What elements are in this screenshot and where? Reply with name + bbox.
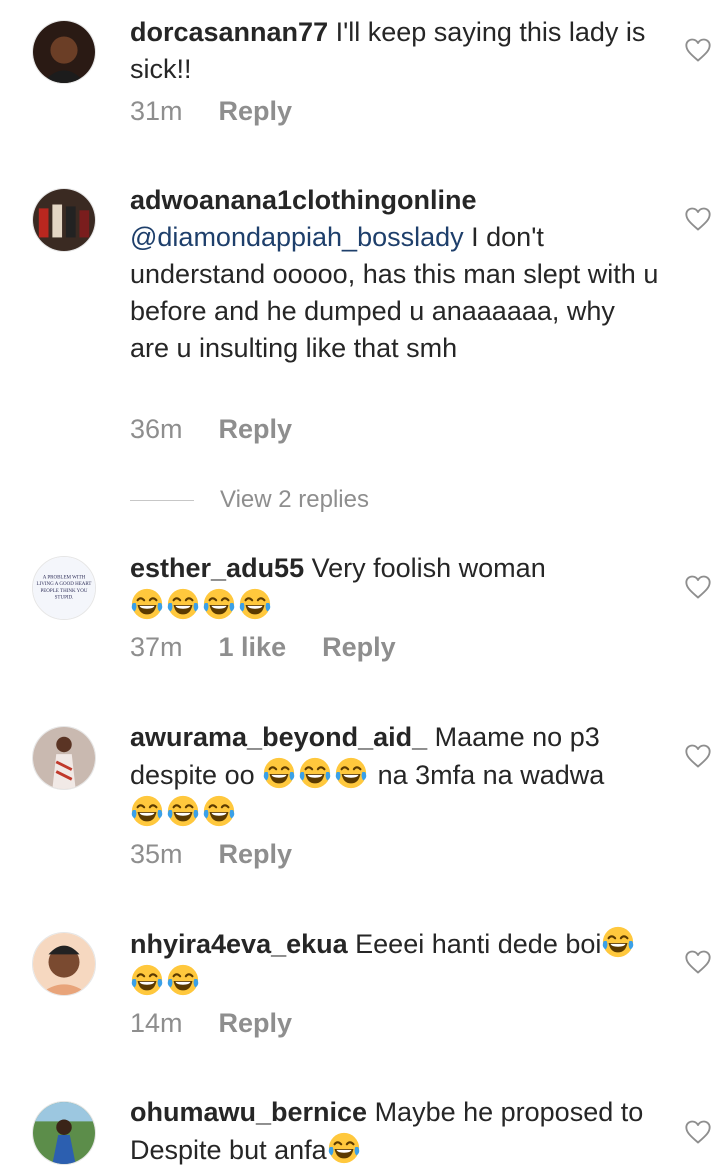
comment-message: Very foolish woman: [304, 553, 546, 583]
heart-outline-icon[interactable]: [684, 206, 712, 232]
comment-message: na 3mfa na wadwa: [370, 760, 605, 790]
reply-button[interactable]: Reply: [322, 632, 396, 663]
mention-link[interactable]: @diamondappiah_bosslady: [130, 222, 464, 252]
face-with-tears-of-joy-emoji: [327, 1131, 361, 1165]
comment-meta: 31m Reply: [130, 96, 292, 127]
comment-text: esther_adu55 Very foolish woman: [130, 550, 660, 625]
face-with-tears-of-joy-emoji: [166, 587, 200, 621]
reply-button[interactable]: Reply: [219, 1008, 293, 1039]
comment-username[interactable]: adwoanana1clothingonline: [130, 185, 477, 215]
face-with-tears-of-joy-emoji: [202, 794, 236, 828]
comment-username[interactable]: nhyira4eva_ekua: [130, 929, 348, 959]
svg-text:STUPID.: STUPID.: [55, 596, 74, 601]
face-with-tears-of-joy-emoji: [202, 587, 236, 621]
face-with-tears-of-joy-emoji: [334, 756, 368, 790]
face-with-tears-of-joy-emoji: [166, 794, 200, 828]
view-replies-label: View 2 replies: [220, 486, 369, 513]
avatar[interactable]: [32, 20, 96, 84]
comment-text: adwoanana1clothingonline @diamondappiah_…: [130, 182, 660, 367]
comment-time: 35m: [130, 839, 183, 869]
divider: [130, 499, 194, 501]
avatar[interactable]: [32, 1101, 96, 1165]
comment-meta: 37m 1 like Reply: [130, 632, 396, 663]
avatar[interactable]: [32, 188, 96, 252]
comment-meta: 35m Reply: [130, 839, 292, 870]
comment-text: awurama_beyond_aid_ Maame no p3 despite …: [130, 719, 660, 832]
comment-time: 36m: [130, 414, 183, 444]
svg-text:LIVING A GOOD HEART: LIVING A GOOD HEART: [36, 582, 91, 587]
comment-time: 37m: [130, 632, 183, 662]
heart-outline-icon[interactable]: [684, 949, 712, 975]
reply-button[interactable]: Reply: [219, 96, 293, 127]
comment-meta: 36m Reply: [130, 414, 292, 445]
svg-text:PEOPLE THINK YOU: PEOPLE THINK YOU: [40, 589, 87, 594]
avatar[interactable]: [32, 932, 96, 996]
comment-time: 14m: [130, 1008, 183, 1038]
comment-time: 31m: [130, 96, 183, 126]
comment-username[interactable]: ohumawu_bernice: [130, 1097, 367, 1127]
comment-username[interactable]: esther_adu55: [130, 553, 304, 583]
face-with-tears-of-joy-emoji: [601, 925, 635, 959]
face-with-tears-of-joy-emoji: [130, 794, 164, 828]
reply-button[interactable]: Reply: [219, 414, 293, 445]
comment-username[interactable]: awurama_beyond_aid_: [130, 722, 427, 752]
heart-outline-icon[interactable]: [684, 743, 712, 769]
comment-text: dorcasannan77 I'll keep saying this lady…: [130, 14, 660, 88]
face-with-tears-of-joy-emoji: [166, 963, 200, 997]
avatar[interactable]: [32, 726, 96, 790]
face-with-tears-of-joy-emoji: [130, 587, 164, 621]
reply-button[interactable]: Reply: [219, 839, 293, 870]
face-with-tears-of-joy-emoji: [298, 756, 332, 790]
comment-message: Eeeei hanti dede boi: [347, 929, 602, 959]
heart-outline-icon[interactable]: [684, 1119, 712, 1145]
comment-text: ohumawu_bernice Maybe he proposed to Des…: [130, 1094, 660, 1169]
likes-count[interactable]: 1 like: [219, 632, 287, 663]
heart-outline-icon[interactable]: [684, 37, 712, 63]
comment-username[interactable]: dorcasannan77: [130, 17, 328, 47]
face-with-tears-of-joy-emoji: [130, 963, 164, 997]
face-with-tears-of-joy-emoji: [238, 587, 272, 621]
view-replies-button[interactable]: View 2 replies: [130, 486, 369, 514]
avatar[interactable]: A PROBLEM WITH LIVING A GOOD HEART PEOPL…: [32, 556, 96, 620]
comment-meta: 14m Reply: [130, 1008, 292, 1039]
heart-outline-icon[interactable]: [684, 574, 712, 600]
svg-text:A PROBLEM WITH: A PROBLEM WITH: [43, 575, 86, 580]
face-with-tears-of-joy-emoji: [262, 756, 296, 790]
comment-text: nhyira4eva_ekua Eeeei hanti dede boi: [130, 925, 660, 1001]
